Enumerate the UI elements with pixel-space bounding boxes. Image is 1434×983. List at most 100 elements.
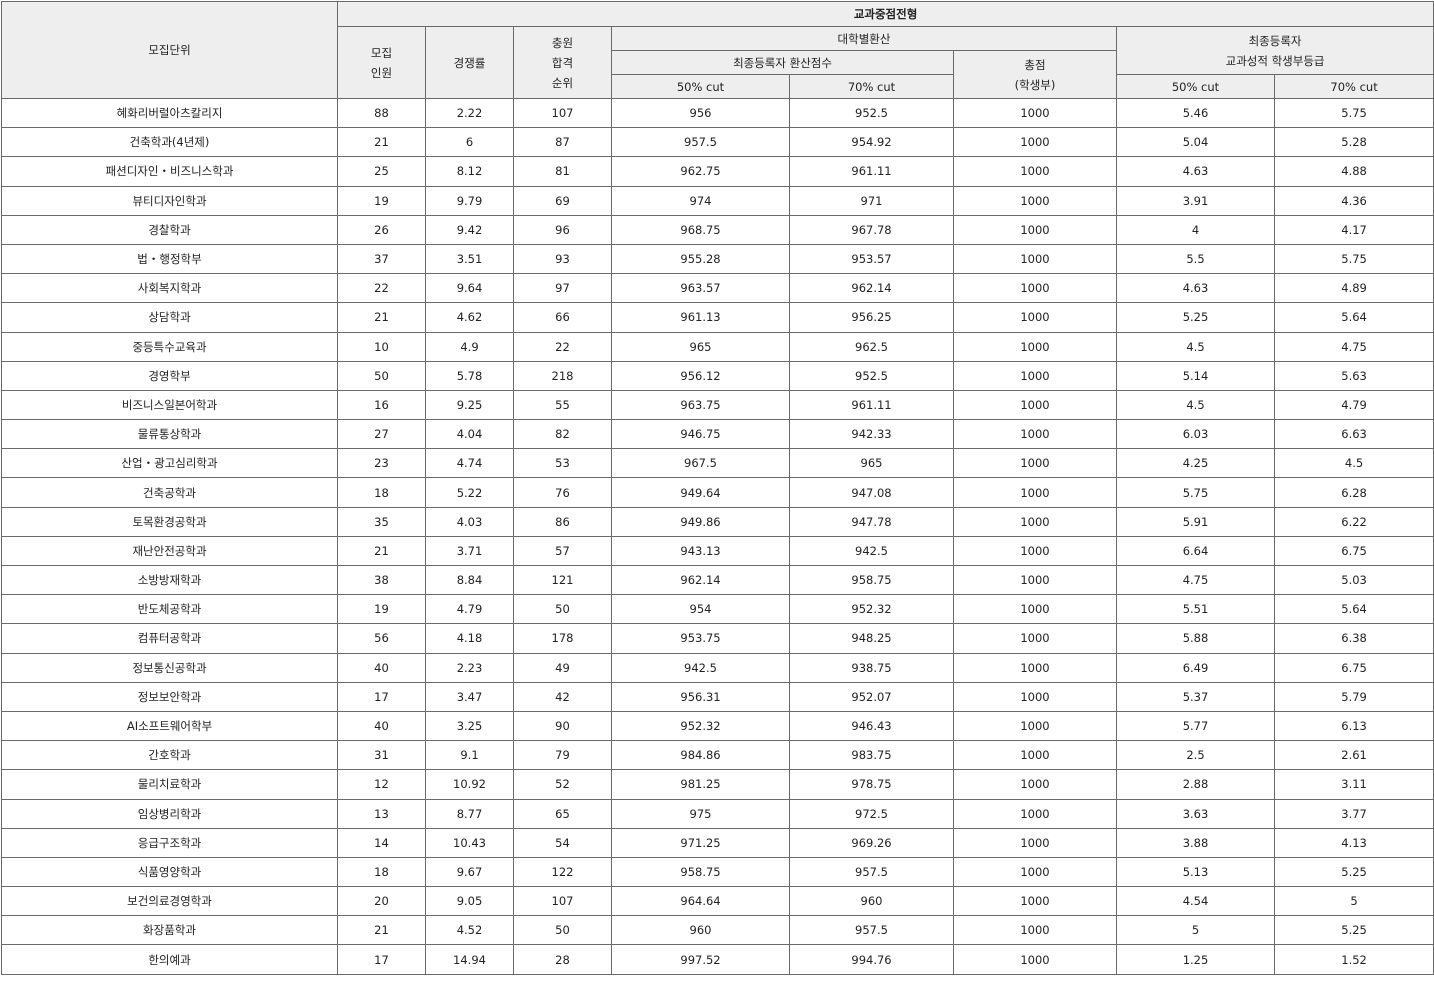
cell-total: 1000	[953, 798, 1117, 829]
table-row: 한의예과 17 14.94 28 997.52 994.76 1000 1.25 1.52	[1, 944, 1434, 975]
cell-total: 1000	[953, 594, 1117, 625]
header-grade-line2: 교과성적 학생부등급	[1225, 53, 1325, 68]
cell-grade-cut50: 5	[1116, 915, 1275, 946]
cell-quota: 21	[337, 915, 426, 946]
cell-grade-cut70: 6.38	[1273, 623, 1434, 654]
table-row: 중등특수교육과 10 4.9 22 965 962.5 1000 4.5 4.75	[1, 331, 1434, 362]
cell-rank: 90	[513, 710, 612, 742]
cell-ratio: 4.74	[425, 448, 514, 479]
cell-quota: 56	[337, 623, 426, 654]
cell-unit: 식품영양학과	[1, 856, 338, 888]
table-row: 토목환경공학과 35 4.03 86 949.86 947.78 1000 5.91 6.22	[1, 506, 1434, 537]
cell-rank: 87	[513, 127, 612, 158]
cell-ratio: 4.52	[425, 915, 514, 946]
cell-ratio: 5.22	[425, 477, 514, 508]
cell-unit: AI소프트웨어학부	[1, 710, 338, 742]
cell-grade-cut70: 4.36	[1273, 185, 1434, 216]
table-body: 혜화리버럴아츠칼리지 88 2.22 107 956 952.5 1000 5.46 5.75 건…	[1, 97, 1434, 975]
cell-grade-cut70: 6.75	[1273, 535, 1434, 567]
cell-quota: 26	[337, 214, 426, 245]
cell-total: 1000	[953, 477, 1117, 508]
cell-grade-cut50: 4.54	[1116, 886, 1275, 917]
cell-total: 1000	[953, 127, 1117, 158]
cell-score-cut50: 965	[611, 331, 790, 362]
cell-rank: 122	[513, 856, 612, 888]
cell-grade-cut70: 6.22	[1273, 506, 1434, 537]
cell-score-cut70: 960	[789, 886, 954, 917]
cell-total: 1000	[953, 886, 1117, 917]
cell-ratio: 9.05	[425, 886, 514, 917]
cell-rank: 22	[513, 331, 612, 362]
header-total: 총점 (학생부)	[953, 50, 1117, 99]
table-row: 소방방재학과 38 8.84 121 962.14 958.75 1000 4.75 5.03	[1, 564, 1434, 596]
header-quota: 모집 인원	[337, 26, 426, 99]
cell-unit: 반도체공학과	[1, 594, 338, 625]
cell-total: 1000	[953, 185, 1117, 216]
cell-unit: 토목환경공학과	[1, 506, 338, 537]
cell-rank: 42	[513, 681, 612, 712]
cell-unit: 소방방재학과	[1, 564, 338, 596]
table-row: 임상병리학과 13 8.77 65 975 972.5 1000 3.63 3.77	[1, 798, 1434, 829]
cell-grade-cut50: 3.91	[1116, 185, 1275, 216]
cell-rank: 97	[513, 273, 612, 304]
cell-ratio: 9.25	[425, 389, 514, 421]
cell-total: 1000	[953, 243, 1117, 275]
cell-unit: 경영학부	[1, 360, 338, 391]
cell-score-cut70: 952.32	[789, 594, 954, 625]
cell-grade-cut70: 4.79	[1273, 389, 1434, 421]
cell-quota: 18	[337, 856, 426, 888]
cell-unit: 패션디자인・비즈니스학과	[1, 156, 338, 187]
header-title: 교과중점전형	[336, 1, 1434, 27]
cell-score-cut70: 962.14	[789, 273, 954, 304]
cell-score-cut50: 975	[611, 798, 790, 829]
cell-score-cut70: 953.57	[789, 243, 954, 275]
cell-ratio: 10.43	[425, 827, 514, 858]
cell-score-cut50: 954	[611, 594, 790, 625]
cell-grade-cut50: 6.64	[1116, 535, 1275, 567]
table-row: 비즈니스일본어학과 16 9.25 55 963.75 961.11 1000 4.5 4.79	[1, 389, 1434, 421]
cell-grade-cut70: 5	[1273, 886, 1434, 917]
cell-score-cut70: 971	[789, 185, 954, 216]
cell-score-cut50: 961.13	[611, 302, 790, 333]
table-row: 식품영양학과 18 9.67 122 958.75 957.5 1000 5.13 5.25	[1, 856, 1434, 888]
header-grade-cut70: 70% cut	[1273, 74, 1434, 99]
cell-rank: 55	[513, 389, 612, 421]
cell-grade-cut70: 5.75	[1273, 243, 1434, 275]
cell-score-cut70: 952.07	[789, 681, 954, 712]
cell-grade-cut50: 6.03	[1116, 419, 1275, 450]
table-row: 혜화리버럴아츠칼리지 88 2.22 107 956 952.5 1000 5.46 5.75	[1, 97, 1434, 129]
cell-score-cut70: 962.5	[789, 331, 954, 362]
cell-total: 1000	[953, 652, 1117, 683]
table-row: 물류통상학과 27 4.04 82 946.75 942.33 1000 6.03 6.63	[1, 419, 1434, 450]
cell-grade-cut50: 5.04	[1116, 127, 1275, 158]
cell-quota: 17	[337, 944, 426, 975]
header-rank-line3: 순위	[551, 75, 574, 90]
cell-score-cut70: 958.75	[789, 564, 954, 596]
cell-score-cut70: 954.92	[789, 127, 954, 158]
table-row: 물리치료학과 12 10.92 52 981.25 978.75 1000 2.88 3.11	[1, 769, 1434, 800]
cell-ratio: 2.23	[425, 652, 514, 683]
cell-score-cut70: 965	[789, 448, 954, 479]
cell-total: 1000	[953, 564, 1117, 596]
cell-unit: 중등특수교육과	[1, 331, 338, 362]
cell-quota: 22	[337, 273, 426, 304]
cell-grade-cut70: 3.11	[1273, 769, 1434, 800]
cell-ratio: 6	[425, 127, 514, 158]
cell-total: 1000	[953, 740, 1117, 771]
table-row: 응급구조학과 14 10.43 54 971.25 969.26 1000 3.88 4.13	[1, 827, 1434, 858]
cell-quota: 38	[337, 564, 426, 596]
cell-score-cut70: 957.5	[789, 915, 954, 946]
cell-quota: 17	[337, 681, 426, 712]
cell-score-cut70: 983.75	[789, 740, 954, 771]
cell-quota: 40	[337, 710, 426, 742]
cell-ratio: 3.71	[425, 535, 514, 567]
cell-ratio: 9.79	[425, 185, 514, 216]
header-grade-group: 최종등록자 교과성적 학생부등급	[1115, 26, 1434, 75]
cell-rank: 178	[513, 623, 612, 654]
header-grade-cut50: 50% cut	[1116, 74, 1275, 99]
cell-total: 1000	[953, 827, 1117, 858]
cell-total: 1000	[953, 419, 1117, 450]
table-row: 법・행정학부 37 3.51 93 955.28 953.57 1000 5.5 5.75	[1, 243, 1434, 275]
cell-score-cut50: 981.25	[611, 769, 790, 800]
cell-score-cut70: 952.5	[789, 97, 954, 129]
